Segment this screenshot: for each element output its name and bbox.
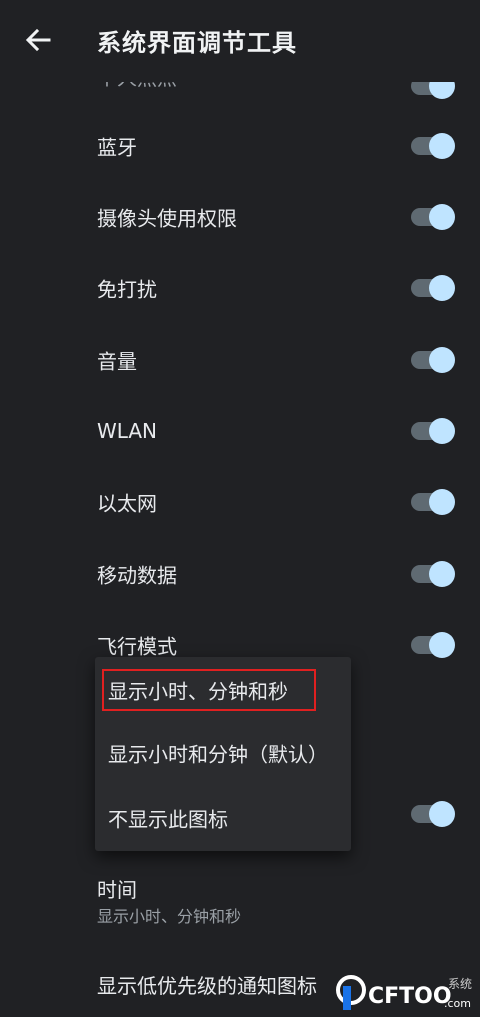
- toggle-row-wlan[interactable]: WLAN: [0, 395, 480, 467]
- toggle-row-volume[interactable]: 音量: [0, 324, 480, 396]
- toggle-label: WLAN: [97, 419, 158, 443]
- toggle-row-mobile-data[interactable]: 移动数据: [0, 538, 480, 610]
- list-item-time[interactable]: 时间 显示小时、分钟和秒: [0, 866, 480, 932]
- toggle-label: 摄像头使用权限: [97, 206, 237, 231]
- page-title: 系统界面调节工具: [97, 29, 297, 57]
- toggle-switch[interactable]: [411, 347, 455, 373]
- switch-thumb: [429, 801, 455, 827]
- annotation-highlight-box: [102, 669, 316, 711]
- toggle-switch[interactable]: [411, 489, 455, 515]
- switch-thumb: [429, 561, 455, 587]
- toggle-label: 免打扰: [97, 277, 157, 302]
- toggle-row-dnd[interactable]: 免打扰: [0, 252, 480, 324]
- watermark-tag: 系统: [448, 977, 472, 991]
- toggle-label: 以太网: [97, 491, 157, 516]
- toggle-label: 飞行模式: [97, 634, 177, 659]
- switch-thumb: [429, 418, 455, 444]
- watermark-text: CFTOO: [368, 984, 452, 1009]
- watermark-logo-icon: CFTOO .com 系统: [336, 975, 472, 1010]
- arrow-left-icon[interactable]: [22, 24, 54, 56]
- toggle-switch[interactable]: [411, 561, 455, 587]
- menu-item-label: 不显示此图标: [108, 807, 228, 832]
- low-priority-label: 显示低优先级的通知图标: [97, 974, 317, 998]
- switch-thumb: [429, 204, 455, 230]
- switch-thumb: [429, 632, 455, 658]
- switch-thumb: [429, 275, 455, 301]
- watermark-suffix: .com: [444, 997, 471, 1010]
- toggle-label: 移动数据: [97, 563, 177, 588]
- toggle-switch[interactable]: [411, 418, 455, 444]
- toggle-switch[interactable]: [411, 133, 455, 159]
- toggle-label: 蓝牙: [97, 135, 137, 160]
- menu-item-label: 显示小时和分钟（默认）: [108, 742, 328, 767]
- toggle-row-camera[interactable]: 摄像头使用权限: [0, 181, 480, 253]
- toggle-switch[interactable]: [411, 632, 455, 658]
- toggle-row-ethernet[interactable]: 以太网: [0, 466, 480, 538]
- switch-thumb: [429, 347, 455, 373]
- menu-item-hide-icon[interactable]: 不显示此图标: [95, 788, 351, 848]
- time-summary: 显示小时、分钟和秒: [97, 907, 242, 926]
- time-title: 时间: [97, 878, 137, 902]
- menu-item-hours-minutes-default[interactable]: 显示小时和分钟（默认）: [95, 723, 351, 783]
- toggle-row-bluetooth[interactable]: 蓝牙: [0, 110, 480, 182]
- toggle-switch-behind-menu[interactable]: [411, 801, 455, 827]
- toggle-label: 音量: [97, 349, 137, 374]
- switch-thumb: [429, 489, 455, 515]
- toggle-switch[interactable]: [411, 275, 455, 301]
- toggle-switch[interactable]: [411, 204, 455, 230]
- switch-thumb: [429, 133, 455, 159]
- app-bar: 系统界面调节工具: [0, 0, 480, 82]
